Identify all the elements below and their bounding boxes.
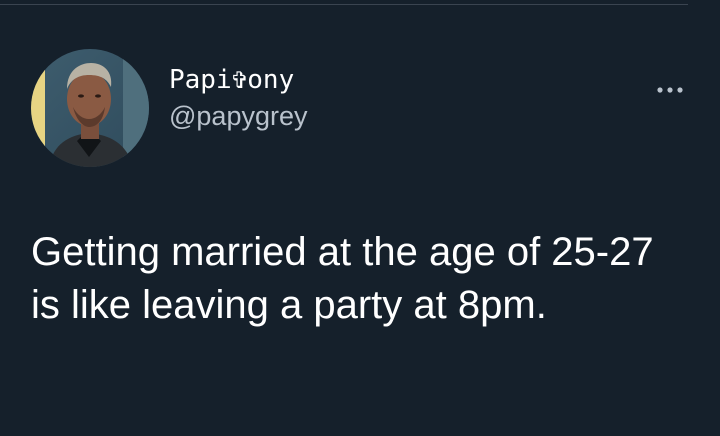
tweet-text: Getting married at the age of 25-27 is l… xyxy=(31,230,654,327)
author-name-block: Papi✞ony @papygrey xyxy=(169,63,307,135)
more-options-button[interactable] xyxy=(652,80,688,100)
user-avatar-photo-icon xyxy=(31,49,149,167)
more-options-icon xyxy=(657,87,683,93)
avatar[interactable] xyxy=(31,49,149,167)
top-divider xyxy=(0,4,688,5)
author-display-name[interactable]: Papi✞ony xyxy=(169,63,307,97)
tweet-header: Papi✞ony @papygrey xyxy=(31,48,307,168)
author-handle[interactable]: @papygrey xyxy=(169,97,307,135)
